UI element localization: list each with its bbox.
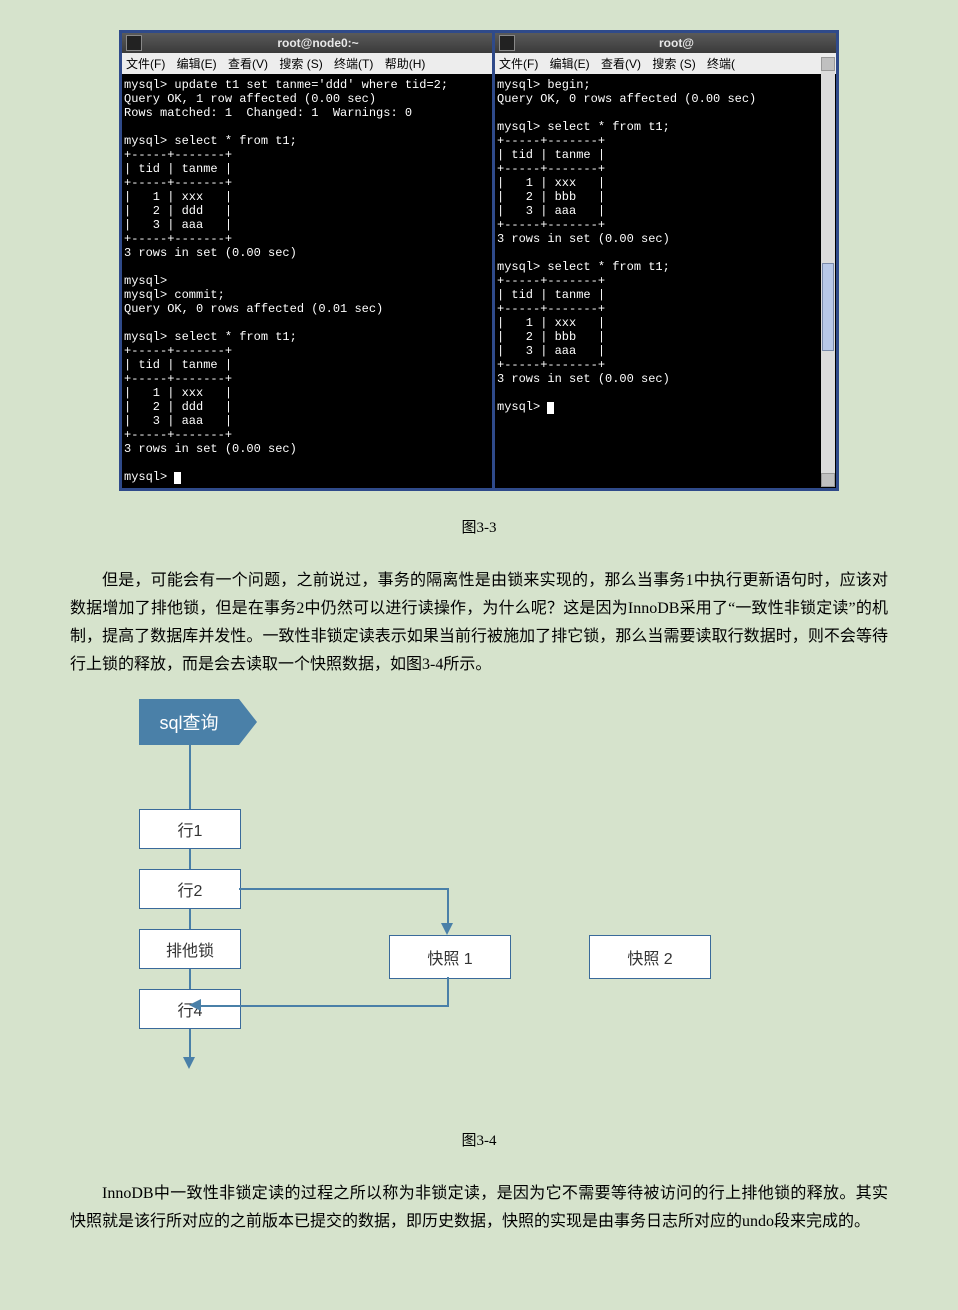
terminal-body-right[interactable]: mysql> begin; Query OK, 0 rows affected … <box>495 74 836 488</box>
menu-file[interactable]: 文件(F) <box>126 57 165 71</box>
titlebar-left: root@node0:~ <box>122 33 492 53</box>
diagram-lock: 排他锁 <box>139 929 241 969</box>
terminal-icon <box>499 35 515 51</box>
terminal-screenshot: root@node0:~ 文件(F) 编辑(E) 查看(V) 搜索 (S) 终端… <box>119 30 839 491</box>
menu-terminal[interactable]: 终端(T) <box>334 57 373 71</box>
arrowhead-left-icon <box>189 999 201 1011</box>
titlebar-right: root@ <box>495 33 836 53</box>
cursor-icon <box>174 472 181 484</box>
menu-search[interactable]: 搜索 (S) <box>279 57 322 71</box>
terminal-icon <box>126 35 142 51</box>
menu-edit[interactable]: 编辑(E) <box>550 57 590 71</box>
connector-line <box>201 1005 449 1007</box>
diagram-snapshot-1: 快照 1 <box>389 935 511 979</box>
menu-search[interactable]: 搜索 (S) <box>652 57 695 71</box>
connector-line <box>447 888 449 925</box>
diagram-3-4: sql查询 行1 行2 排他锁 行4 快照 1 快照 2 <box>119 699 839 1109</box>
scrollbar[interactable] <box>821 57 835 487</box>
scroll-thumb[interactable] <box>822 263 834 351</box>
arrowhead-down-icon <box>183 1057 195 1069</box>
figure-caption-3-4: 图3-4 <box>70 1129 888 1150</box>
terminal-right: root@ 文件(F) 编辑(E) 查看(V) 搜索 (S) 终端( mysql… <box>495 33 836 488</box>
title-text: root@node0:~ <box>148 36 488 50</box>
title-text: root@ <box>521 36 832 50</box>
menu-view[interactable]: 查看(V) <box>601 57 641 71</box>
menubar-left: 文件(F) 编辑(E) 查看(V) 搜索 (S) 终端(T) 帮助(H) <box>122 53 492 74</box>
menu-edit[interactable]: 编辑(E) <box>177 57 217 71</box>
diagram-flag-sql: sql查询 <box>139 699 239 745</box>
arrowhead-down-icon <box>441 923 453 935</box>
diagram-row1: 行1 <box>139 809 241 849</box>
diagram-snapshot-2: 快照 2 <box>589 935 711 979</box>
diagram-row2: 行2 <box>139 869 241 909</box>
menu-terminal[interactable]: 终端( <box>707 57 735 71</box>
terminal-left: root@node0:~ 文件(F) 编辑(E) 查看(V) 搜索 (S) 终端… <box>122 33 492 488</box>
paragraph-1: 但是，可能会有一个问题，之前说过，事务的隔离性是由锁来实现的，那么当事务1中执行… <box>70 567 888 679</box>
menubar-right: 文件(F) 编辑(E) 查看(V) 搜索 (S) 终端( <box>495 53 836 74</box>
cursor-icon <box>547 402 554 414</box>
figure-caption-3-3: 图3-3 <box>70 516 888 537</box>
menu-help[interactable]: 帮助(H) <box>385 57 426 71</box>
paragraph-2: InnoDB中一致性非锁定读的过程之所以称为非锁定读，是因为它不需要等待被访问的… <box>70 1180 888 1236</box>
connector-line <box>239 888 449 890</box>
menu-view[interactable]: 查看(V) <box>228 57 268 71</box>
connector-line <box>447 977 449 1007</box>
terminal-text-right: mysql> begin; Query OK, 0 rows affected … <box>497 78 756 414</box>
menu-file[interactable]: 文件(F) <box>499 57 538 71</box>
terminal-body-left[interactable]: mysql> update t1 set tanme='ddd' where t… <box>122 74 492 488</box>
terminal-text-left: mysql> update t1 set tanme='ddd' where t… <box>124 78 448 484</box>
